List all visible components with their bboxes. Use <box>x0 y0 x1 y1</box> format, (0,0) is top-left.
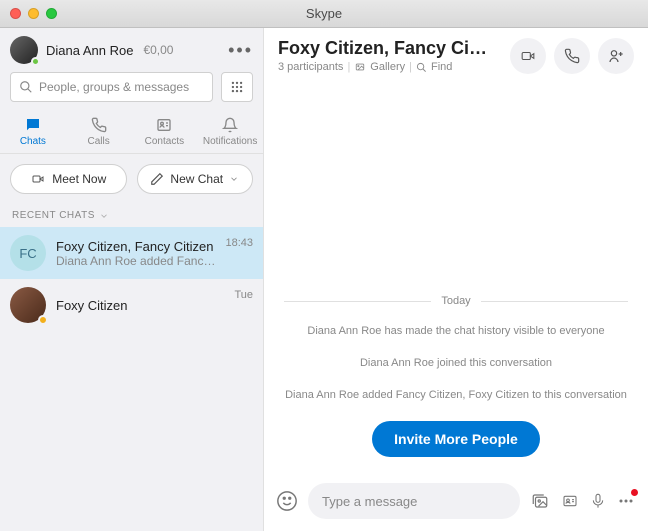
emoji-button[interactable] <box>276 490 298 512</box>
invite-more-people-button[interactable]: Invite More People <box>372 421 540 457</box>
conversation-header: Foxy Citizen, Fancy Ci… 3 participants |… <box>264 28 648 82</box>
chat-name: Foxy Citizen, Fancy Citizen <box>56 239 215 254</box>
tab-contacts[interactable]: Contacts <box>134 116 194 147</box>
find-link[interactable]: Find <box>431 61 452 73</box>
contact-avatar <box>10 287 46 323</box>
add-files-button[interactable] <box>530 492 550 510</box>
titlebar: Skype <box>0 0 648 28</box>
group-avatar: FC <box>10 235 46 271</box>
search-icon <box>416 62 427 73</box>
tab-calls[interactable]: Calls <box>69 116 129 147</box>
contact-card-button[interactable] <box>560 493 580 509</box>
message-input-box[interactable] <box>308 483 520 519</box>
self-name: Diana Ann Roe <box>46 43 133 58</box>
tab-label: Chats <box>20 136 46 147</box>
gallery-icon <box>354 62 366 72</box>
new-chat-button[interactable]: New Chat <box>137 164 254 194</box>
day-divider: Today <box>284 295 628 307</box>
voice-message-button[interactable] <box>590 491 606 511</box>
system-message: Diana Ann Roe joined this conversation <box>360 357 552 369</box>
chat-time: 18:43 <box>225 237 253 249</box>
chat-icon <box>24 116 42 134</box>
conversation-panel: Foxy Citizen, Fancy Ci… 3 participants |… <box>264 28 648 531</box>
video-call-button[interactable] <box>510 38 546 74</box>
audio-call-button[interactable] <box>554 38 590 74</box>
gallery-link[interactable]: Gallery <box>370 61 405 73</box>
dialpad-icon <box>230 80 244 94</box>
tab-notifications[interactable]: Notifications <box>200 116 260 147</box>
video-icon <box>519 49 537 63</box>
tab-chats[interactable]: Chats <box>3 116 63 147</box>
contact-card-icon <box>560 493 580 509</box>
search-icon <box>19 80 33 94</box>
chat-preview: Diana Ann Roe added Fancy … <box>56 254 215 268</box>
self-avatar[interactable] <box>10 36 38 64</box>
meet-now-button[interactable]: Meet Now <box>10 164 127 194</box>
conversation-title[interactable]: Foxy Citizen, Fancy Ci… <box>278 38 502 59</box>
tab-label: Calls <box>88 136 110 147</box>
system-message: Diana Ann Roe added Fancy Citizen, Foxy … <box>285 389 627 401</box>
more-menu-button[interactable]: ••• <box>228 40 253 61</box>
contacts-icon <box>155 117 173 133</box>
edit-icon <box>150 172 164 186</box>
chat-name: Foxy Citizen <box>56 298 224 313</box>
chat-item[interactable]: FC Foxy Citizen, Fancy Citizen Diana Ann… <box>0 227 263 279</box>
microphone-icon <box>590 491 606 511</box>
notification-dot <box>631 489 638 496</box>
chat-time: Tue <box>234 289 253 301</box>
phone-icon <box>564 48 580 64</box>
dialpad-button[interactable] <box>221 72 253 102</box>
chevron-down-icon <box>229 174 239 184</box>
status-dot-online <box>31 57 40 66</box>
chat-item[interactable]: Foxy Citizen Tue <box>0 279 263 331</box>
input-bar <box>264 475 648 531</box>
search-box[interactable] <box>10 72 213 102</box>
add-people-button[interactable] <box>598 38 634 74</box>
smiley-icon <box>276 490 298 512</box>
system-message: Diana Ann Roe has made the chat history … <box>307 325 604 337</box>
sidebar: Diana Ann Roe €0,00 ••• Chats Calls <box>0 28 264 531</box>
video-icon <box>30 173 46 185</box>
image-stack-icon <box>530 492 550 510</box>
profile-row[interactable]: Diana Ann Roe €0,00 ••• <box>0 28 263 72</box>
balance[interactable]: €0,00 <box>143 43 173 57</box>
tab-label: Notifications <box>203 136 257 147</box>
search-input[interactable] <box>39 80 204 94</box>
message-list: Today Diana Ann Roe has made the chat hi… <box>264 82 648 475</box>
participants-count[interactable]: 3 participants <box>278 61 343 73</box>
phone-icon <box>91 117 107 133</box>
window-title: Skype <box>0 6 648 21</box>
bell-icon <box>222 117 238 133</box>
chevron-down-icon <box>99 211 109 221</box>
add-person-icon <box>607 48 625 64</box>
nav-tabs: Chats Calls Contacts Notifications <box>0 112 263 154</box>
message-input[interactable] <box>322 494 506 509</box>
more-button[interactable] <box>616 491 636 511</box>
status-dot-away <box>38 315 48 325</box>
tab-label: Contacts <box>145 136 184 147</box>
section-recent-chats[interactable]: RECENT CHATS <box>0 204 263 227</box>
